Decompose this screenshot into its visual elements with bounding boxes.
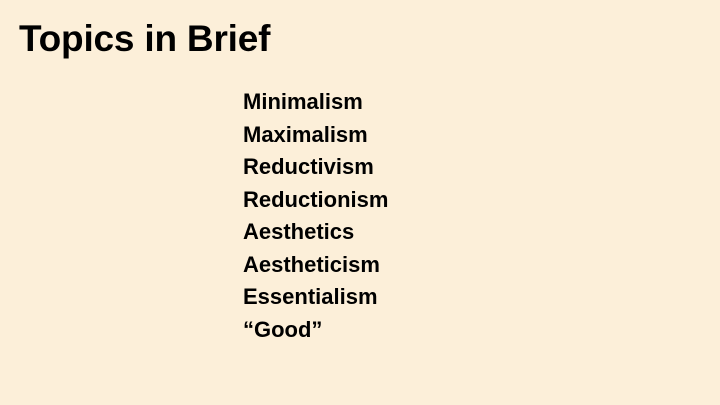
topic-item-reductionism: Reductionism [243,186,389,212]
topic-list: Minimalism Maximalism Reductivism Reduct… [243,86,388,346]
topic-item-aesthetics: Aesthetics [243,219,355,244]
slide: Topics in Brief Minimalism Maximalism Re… [0,0,720,405]
topic-item-good: “Good” [243,316,323,342]
topic-item-minimalism: Minimalism [243,89,363,114]
topic-item-aestheticism: Aestheticism [243,251,380,277]
topic-item-essentialism: Essentialism [243,284,378,309]
slide-title: Topics in Brief [19,18,271,59]
topic-item-reductivism: Reductivism [243,154,374,179]
topic-item-maximalism: Maximalism [243,121,368,147]
